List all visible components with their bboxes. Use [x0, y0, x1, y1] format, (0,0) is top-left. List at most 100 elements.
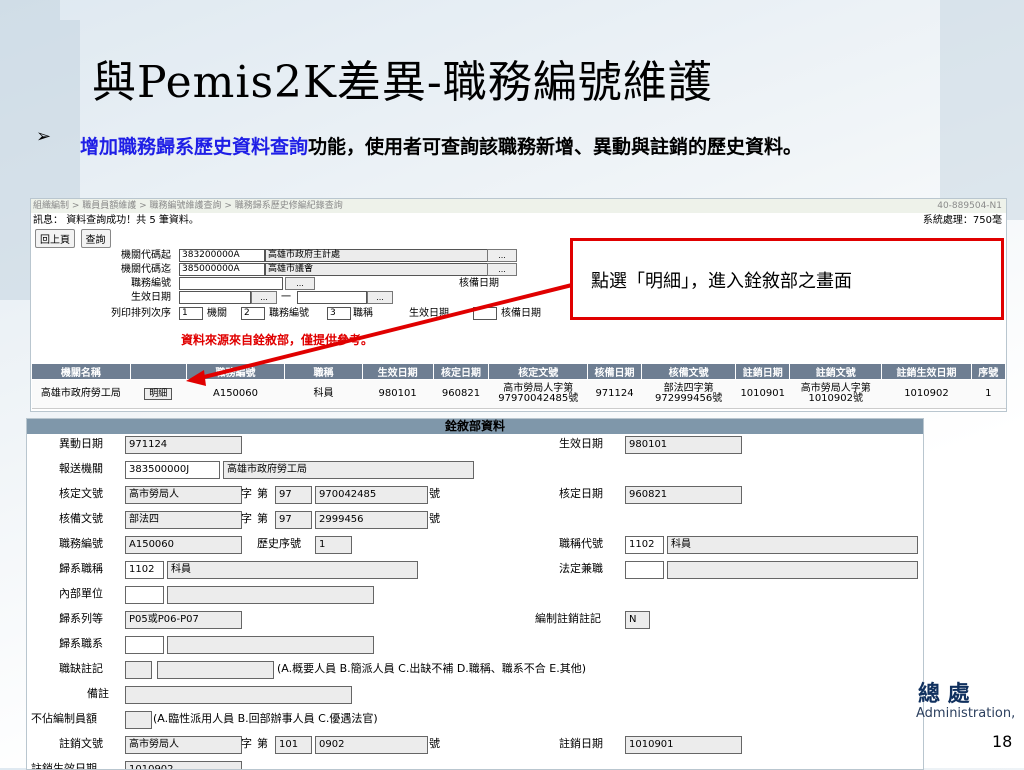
change-date-label: 異動日期: [59, 437, 103, 450]
org-to-code-input[interactable]: 385000000A: [179, 263, 265, 276]
message-bar: 訊息： 資料查詢成功！共 5 筆資料。 系統處理：750毫: [31, 213, 1006, 229]
sort-label: 列印排列次序: [111, 308, 171, 319]
series-name: [167, 636, 374, 654]
sort-3-label: 職稱: [353, 308, 373, 319]
vacancy-mark-name: [157, 661, 274, 679]
quota-mark-label: 編制註銷註記: [535, 612, 601, 625]
approve-doc-label: 核定文號: [59, 487, 103, 500]
breadcrumb: 組織編制 > 職員員額維護 > 職務編號維護查詢 > 職務歸系歷史修編紀錄查詢 …: [31, 199, 1006, 213]
sort-5-input[interactable]: [473, 307, 497, 320]
series-title-name: 科員: [167, 561, 418, 579]
cell-cancel-doc: 高市勞局人字第1010902號: [789, 379, 882, 409]
sort-5-label: 核備日期: [501, 308, 541, 319]
cancel-doc-label: 註銷文號: [59, 737, 103, 750]
breadcrumb-text[interactable]: 組織編制 > 職員員額維護 > 職務編號維護查詢 > 職務歸系歷史修編紀錄查詢: [33, 201, 343, 211]
series-code: [125, 636, 164, 654]
effective-from-input[interactable]: [179, 291, 251, 304]
title-code-field: 1102: [625, 536, 664, 554]
internal-unit-label: 內部單位: [59, 587, 103, 600]
effective-date-field: 980101: [625, 436, 742, 454]
record-doc-label: 核備文號: [59, 512, 103, 525]
position-lookup-button[interactable]: ...: [285, 277, 315, 290]
org-from-lookup-button[interactable]: ...: [487, 249, 517, 262]
cell-detail: 明細: [130, 379, 187, 409]
bullet-text: 增加職務歸系歷史資料查詢功能，使用者可查詢該職務新增、異動與註銷的歷史資料。: [80, 124, 1000, 170]
approve-zi: 字: [241, 487, 252, 500]
cell-approve-date: 960821: [433, 379, 489, 409]
range-dash: 一: [281, 292, 291, 303]
back-button[interactable]: 回上頁: [35, 229, 75, 248]
effective-from-button[interactable]: ...: [251, 291, 277, 304]
cell-title: 科員: [284, 379, 363, 409]
sort-1-label: 機關: [207, 308, 227, 319]
sort-3-input[interactable]: 3: [327, 307, 351, 320]
col-detail: [129, 363, 187, 380]
footer-org-logo: 總 處: [918, 682, 970, 707]
cancel-doc-no: 0902: [315, 736, 428, 754]
source-note: 資料來源來自銓敘部，僅提供參考。: [181, 333, 374, 347]
position-label: 職務編號: [131, 278, 171, 289]
results-table: 機關名稱 職務編號 職稱 生效日期 核定日期 核定文號 核備日期 核備文號 註銷…: [31, 363, 1006, 409]
col-approve-doc: 核定文號: [488, 363, 589, 380]
message-text: 資料查詢成功！共 5 筆資料。: [66, 215, 199, 226]
table-header-row: 機關名稱 職務編號 職稱 生效日期 核定日期 核定文號 核備日期 核備文號 註銷…: [31, 363, 1006, 380]
change-date-field: 971124: [125, 436, 242, 454]
sort-1-input[interactable]: 1: [179, 307, 203, 320]
org-to-label: 機關代碼迄: [121, 264, 171, 275]
legal-concurrent-name: [667, 561, 918, 579]
org-from-name-field: 高雄市政府主計處: [265, 249, 489, 262]
col-title: 職稱: [284, 363, 363, 380]
cell-position-no: A150060: [186, 379, 285, 409]
cell-approve-doc: 高市勞局人字第97970042485號: [488, 379, 588, 409]
title-code-label: 職稱代號: [559, 537, 603, 550]
col-position-no: 職務編號: [185, 363, 286, 380]
footer-administration: Administration,: [916, 706, 1016, 721]
org-from-code-input[interactable]: 383200000A: [179, 249, 265, 262]
title-name-field: 科員: [667, 536, 918, 554]
sort-4-label: 生效日期: [409, 308, 449, 319]
history-seq-label: 歷史序號: [257, 537, 301, 550]
org-to-lookup-button[interactable]: ...: [487, 263, 517, 276]
sort-2-input[interactable]: 2: [241, 307, 265, 320]
cancel-doc-year: 101: [275, 736, 312, 754]
col-cancel-doc: 註銷文號: [789, 363, 883, 380]
remarks-label: 備註: [87, 687, 109, 700]
effective-date-label: 生效日期: [559, 437, 603, 450]
effective-to-button[interactable]: ...: [367, 291, 393, 304]
message-label: 訊息：: [33, 215, 63, 226]
internal-unit-name: [167, 586, 374, 604]
cancel-effective-label: 註銷生效日期: [31, 762, 97, 770]
position-input[interactable]: [179, 277, 283, 290]
vacancy-mark-label: 職缺註記: [59, 662, 103, 675]
series-label: 歸系職系: [59, 637, 103, 650]
approve-doc-prefix: 高市勞局人: [125, 486, 242, 504]
bullet-rest: 功能，使用者可查詢該職務新增、異動與註銷的歷史資料。: [308, 136, 803, 158]
non-quota-field: [125, 711, 152, 729]
cancel-hao: 號: [429, 737, 440, 750]
approve-di: 第: [257, 487, 268, 500]
series-title-label: 歸系職稱: [59, 562, 103, 575]
detail-button[interactable]: 明細: [144, 388, 173, 400]
bullet-highlight: 增加職務歸系歷史資料查詢: [80, 136, 309, 158]
cell-seq: 1: [971, 379, 1006, 409]
cancel-doc-prefix: 高市勞局人: [125, 736, 242, 754]
org-from-label: 機關代碼起: [121, 250, 171, 261]
grade-label: 歸系列等: [59, 612, 103, 625]
position-no-label: 職務編號: [59, 537, 103, 550]
col-cancel-effective: 註銷生效日期: [881, 363, 972, 380]
record-doc-no: 2999456: [315, 511, 428, 529]
cell-record-doc: 部法四字第972999456號: [641, 379, 736, 409]
page-code: 40-889504-N1: [937, 201, 1002, 211]
cancel-date-field: 1010901: [625, 736, 742, 754]
non-quota-label: 不佔編制員額: [31, 712, 97, 725]
bullet-arrow-icon: ➢: [36, 126, 52, 147]
effective-to-input[interactable]: [297, 291, 367, 304]
col-seq: 序號: [970, 363, 1006, 380]
slide-title: 與Pemis2K差異-職務編號維護: [92, 57, 713, 108]
callout-box: 點選「明細」，進入銓敘部之畫面: [570, 238, 1004, 320]
query-button[interactable]: 查詢: [80, 229, 111, 248]
page-number: 18: [992, 732, 1013, 751]
cancel-date-label: 註銷日期: [559, 737, 603, 750]
sender-label: 報送機關: [59, 462, 103, 475]
internal-unit-code: [125, 586, 164, 604]
